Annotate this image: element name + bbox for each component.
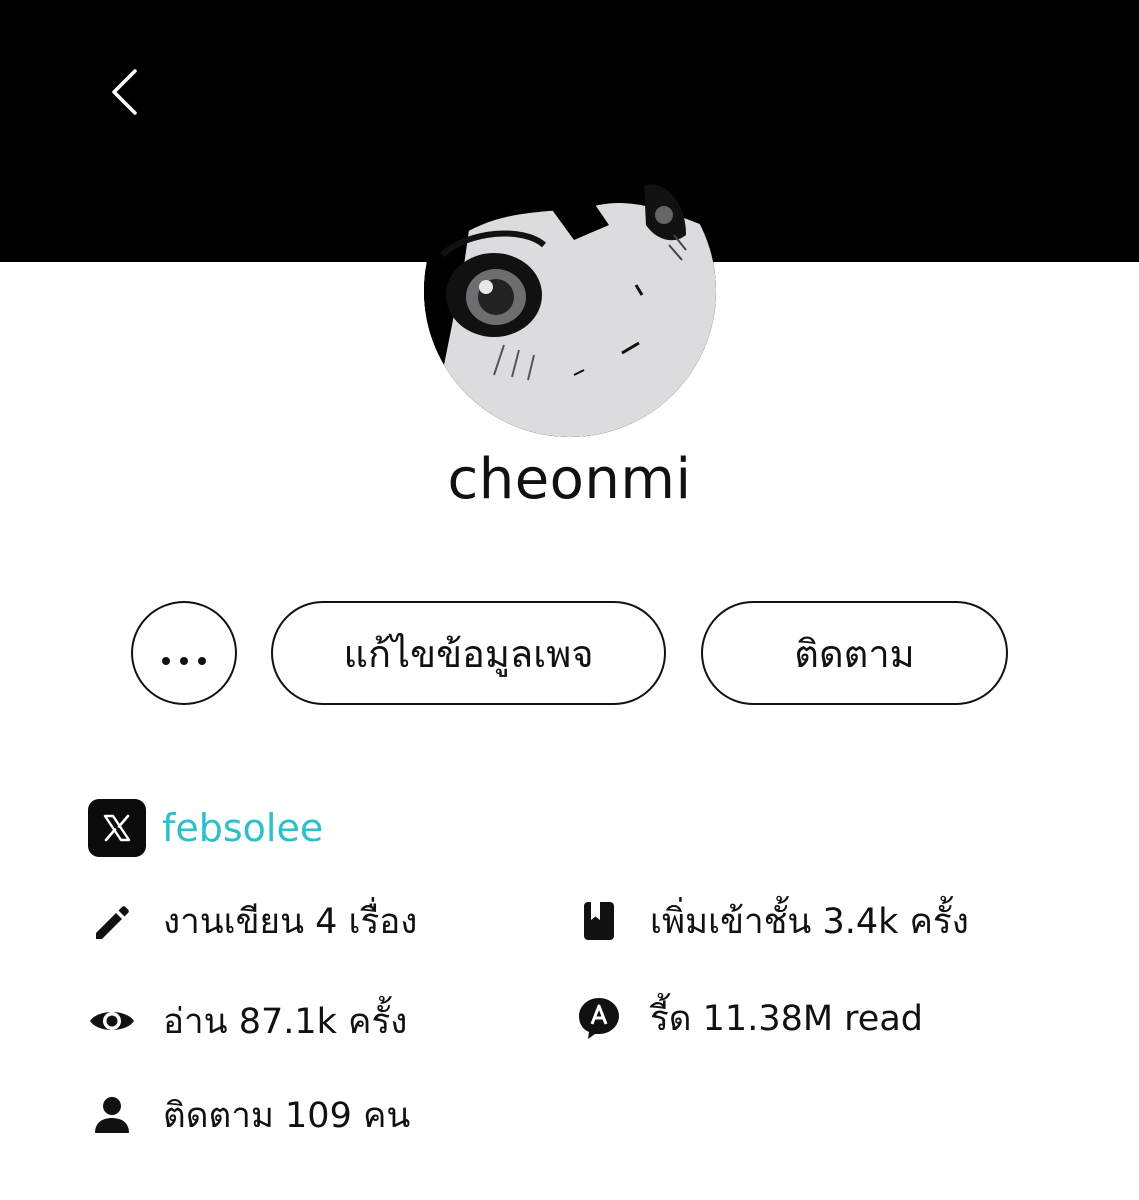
- x-logo-icon[interactable]: [88, 799, 146, 857]
- social-link[interactable]: febsolee: [88, 799, 323, 857]
- follow-button[interactable]: ติดตาม: [701, 601, 1008, 705]
- back-button[interactable]: [92, 58, 156, 130]
- eye-icon: [88, 997, 136, 1045]
- edit-page-button[interactable]: แก้ไขข้อมูลเพจ: [271, 601, 666, 705]
- chat-a-icon: [575, 994, 623, 1042]
- chevron-left-icon: [109, 68, 139, 120]
- avatar: [424, 145, 716, 437]
- stat-chat-reads-text: รี้ด 11.38M read: [650, 998, 923, 1039]
- bookmark-book-icon: [575, 897, 623, 945]
- stat-works: งานเขียน 4 เรื่อง: [88, 893, 417, 949]
- stat-chat-reads: รี้ด 11.38M read: [575, 990, 923, 1046]
- username: cheonmi: [447, 447, 692, 512]
- stat-reads: อ่าน 87.1k ครั้ง: [88, 993, 407, 1049]
- more-dots-icon: [161, 631, 207, 675]
- more-options-button[interactable]: [131, 601, 237, 705]
- stat-followers: ติดตาม 109 คน: [88, 1087, 410, 1143]
- person-icon: [88, 1091, 136, 1139]
- social-handle-link[interactable]: febsolee: [162, 806, 323, 850]
- stat-shelf: เพิ่มเข้าชั้น 3.4k ครั้ง: [575, 893, 969, 949]
- stat-reads-text: อ่าน 87.1k ครั้ง: [163, 1001, 408, 1042]
- stat-works-text: งานเขียน 4 เรื่อง: [163, 901, 418, 942]
- stat-followers-text: ติดตาม 109 คน: [163, 1095, 411, 1136]
- pencil-icon: [88, 897, 136, 945]
- stat-shelf-text: เพิ่มเข้าชั้น 3.4k ครั้ง: [650, 901, 969, 942]
